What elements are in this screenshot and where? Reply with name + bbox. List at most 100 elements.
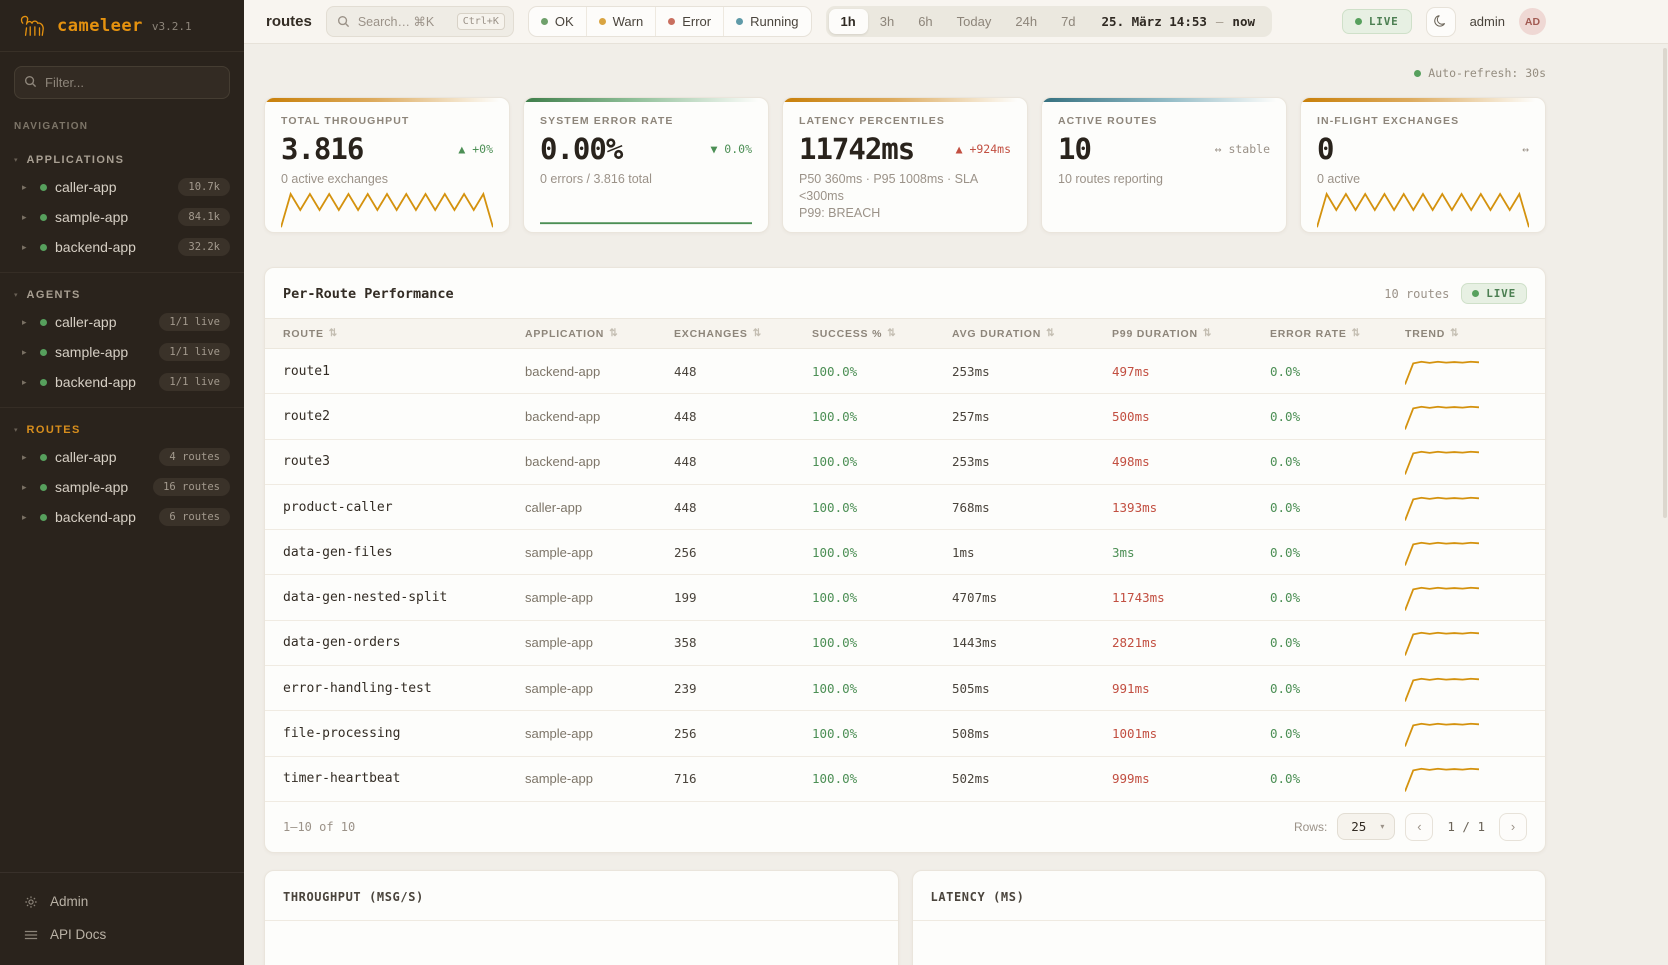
- trend-sparkline: [1405, 720, 1479, 747]
- kpi-label: LATENCY PERCENTILES: [799, 115, 1011, 127]
- api-docs-label: API Docs: [50, 927, 106, 942]
- kpi-body: ACTIVE ROUTES 10 ↔ stable 10 routes repo…: [1042, 102, 1286, 233]
- date-from: 25. März 14:53: [1102, 14, 1207, 29]
- cell-exchanges: 448: [674, 500, 812, 515]
- column-header[interactable]: P99 DURATION ⇅: [1112, 328, 1270, 340]
- table-row[interactable]: product-caller caller-app 448 100.0% 768…: [265, 485, 1545, 530]
- sidebar-item-application[interactable]: ▸ sample-app 84.1k: [0, 202, 244, 232]
- status-dot: [40, 514, 47, 521]
- next-page-button[interactable]: ›: [1499, 813, 1527, 841]
- section-applications-header[interactable]: ▾ APPLICATIONS: [0, 148, 244, 172]
- time-range-button[interactable]: 24h: [1003, 9, 1049, 34]
- moon-icon: [1433, 14, 1448, 29]
- column-header[interactable]: AVG DURATION ⇅: [952, 328, 1112, 340]
- section-routes: ▾ ROUTES ▸ caller-app 4 routes ▸ sample-…: [0, 407, 244, 542]
- dark-mode-toggle[interactable]: [1426, 7, 1456, 37]
- sidebar-nav: ▾ APPLICATIONS ▸ caller-app 10.7k ▸ samp…: [0, 138, 244, 872]
- avatar[interactable]: AD: [1519, 8, 1546, 35]
- rows-per-page-label: Rows:: [1294, 820, 1327, 834]
- scrollbar[interactable]: [1663, 48, 1667, 518]
- sidebar-item-route[interactable]: ▸ sample-app 16 routes: [0, 472, 244, 502]
- sidebar-item-api-docs[interactable]: API Docs: [0, 918, 244, 951]
- sort-icon: ⇅: [329, 328, 338, 339]
- section-agents-header[interactable]: ▾ AGENTS: [0, 283, 244, 307]
- sidebar-item-badge: 4 routes: [159, 448, 230, 466]
- kpi-subtitle-2: P99: BREACH: [799, 206, 1011, 220]
- page-indicator: 1 / 1: [1443, 819, 1489, 834]
- column-header-label: EXCHANGES: [674, 328, 748, 340]
- cell-avg-duration: 257ms: [952, 409, 1112, 424]
- table-row[interactable]: route3 backend-app 448 100.0% 253ms 498m…: [265, 440, 1545, 485]
- chevron-right-icon: ▸: [22, 512, 32, 523]
- prev-page-button[interactable]: ‹: [1405, 813, 1433, 841]
- column-header[interactable]: EXCHANGES ⇅: [674, 328, 812, 340]
- section-title: ROUTES: [27, 424, 81, 436]
- column-header[interactable]: TREND ⇅: [1405, 328, 1527, 340]
- sidebar-item-route[interactable]: ▸ caller-app 4 routes: [0, 442, 244, 472]
- cell-success: 100.0%: [812, 409, 952, 424]
- table-row[interactable]: route2 backend-app 448 100.0% 257ms 500m…: [265, 394, 1545, 439]
- sidebar-item-admin[interactable]: Admin: [0, 885, 244, 918]
- trend-sparkline: [1405, 403, 1479, 430]
- status-dot: [40, 184, 47, 191]
- cell-exchanges: 199: [674, 590, 812, 605]
- sidebar-item-label: caller-app: [55, 314, 116, 330]
- cell-exchanges: 239: [674, 681, 812, 696]
- sidebar-item-agent[interactable]: ▸ backend-app 1/1 live: [0, 367, 244, 397]
- table-row[interactable]: data-gen-files sample-app 256 100.0% 1ms…: [265, 530, 1545, 575]
- cell-route: data-gen-files: [283, 545, 525, 560]
- table-row[interactable]: timer-heartbeat sample-app 716 100.0% 50…: [265, 757, 1545, 802]
- status-filter-button[interactable]: Warn: [586, 7, 656, 36]
- rows-per-page-select[interactable]: 25 ▾: [1337, 813, 1395, 840]
- kpi-sparkline: [281, 188, 493, 228]
- charts-row: THROUGHPUT (MSG/S) LATENCY (MS): [264, 870, 1546, 965]
- trend-sparkline: [1405, 675, 1479, 702]
- table-row[interactable]: data-gen-orders sample-app 358 100.0% 14…: [265, 621, 1545, 666]
- trend-sparkline: [1405, 765, 1479, 792]
- status-filter-button[interactable]: Running: [723, 7, 810, 36]
- cell-success: 100.0%: [812, 364, 952, 379]
- column-header[interactable]: ROUTE ⇅: [283, 328, 525, 340]
- time-range-button[interactable]: Today: [945, 9, 1004, 34]
- column-header[interactable]: APPLICATION ⇅: [525, 328, 674, 340]
- kpi-value: 10: [1058, 132, 1091, 166]
- column-header[interactable]: SUCCESS % ⇅: [812, 328, 952, 340]
- filter-input[interactable]: [14, 66, 230, 99]
- time-range-button[interactable]: 3h: [868, 9, 906, 34]
- sidebar-item-label: sample-app: [55, 344, 128, 360]
- sidebar-item-route[interactable]: ▸ backend-app 6 routes: [0, 502, 244, 532]
- kpi-card: IN-FLIGHT EXCHANGES 0 ↔ 0 active: [1300, 97, 1546, 233]
- kpi-label: SYSTEM ERROR RATE: [540, 115, 752, 127]
- kpi-delta: ↔ stable: [1215, 142, 1270, 156]
- sort-icon: ⇅: [1046, 328, 1055, 339]
- search-input[interactable]: Search… ⌘K Ctrl+K: [326, 6, 514, 37]
- time-range-group: 1h 3h 6h Today 24h 7d 25. März 14:53 — n…: [826, 6, 1272, 37]
- table-row[interactable]: file-processing sample-app 256 100.0% 50…: [265, 711, 1545, 756]
- table-row[interactable]: error-handling-test sample-app 239 100.0…: [265, 666, 1545, 711]
- time-range-button[interactable]: 6h: [906, 9, 944, 34]
- kpi-delta: ▼ 0.0%: [710, 142, 752, 156]
- chevron-right-icon: ▸: [22, 242, 32, 253]
- kpi-card: ACTIVE ROUTES 10 ↔ stable 10 routes repo…: [1041, 97, 1287, 233]
- time-range-button[interactable]: 7d: [1049, 9, 1087, 34]
- autorefresh-dot: [1414, 70, 1421, 77]
- table-row[interactable]: data-gen-nested-split sample-app 199 100…: [265, 575, 1545, 620]
- date-range[interactable]: 25. März 14:53 — now: [1088, 14, 1269, 29]
- autorefresh-label: Auto-refresh: 30s: [1428, 66, 1546, 80]
- sidebar-item-agent[interactable]: ▸ caller-app 1/1 live: [0, 307, 244, 337]
- table-footer: 1–10 of 10 Rows: 25 ▾ ‹ 1 / 1 ›: [265, 802, 1545, 852]
- sidebar-item-application[interactable]: ▸ caller-app 10.7k: [0, 172, 244, 202]
- sidebar-item-agent[interactable]: ▸ sample-app 1/1 live: [0, 337, 244, 367]
- column-header-label: APPLICATION: [525, 328, 604, 340]
- cell-avg-duration: 1443ms: [952, 635, 1112, 650]
- column-header[interactable]: ERROR RATE ⇅: [1270, 328, 1405, 340]
- sidebar-item-application[interactable]: ▸ backend-app 32.2k: [0, 232, 244, 262]
- trend-sparkline: [1405, 494, 1479, 521]
- status-filter-button[interactable]: OK: [529, 7, 586, 36]
- section-routes-header[interactable]: ▾ ROUTES: [0, 418, 244, 442]
- status-dot: [40, 214, 47, 221]
- status-filter-button[interactable]: Error: [655, 7, 723, 36]
- table-row[interactable]: route1 backend-app 448 100.0% 253ms 497m…: [265, 349, 1545, 394]
- time-range-button[interactable]: 1h: [829, 9, 868, 34]
- per-route-table-card: Per-Route Performance 10 routes LIVE ROU…: [264, 267, 1546, 853]
